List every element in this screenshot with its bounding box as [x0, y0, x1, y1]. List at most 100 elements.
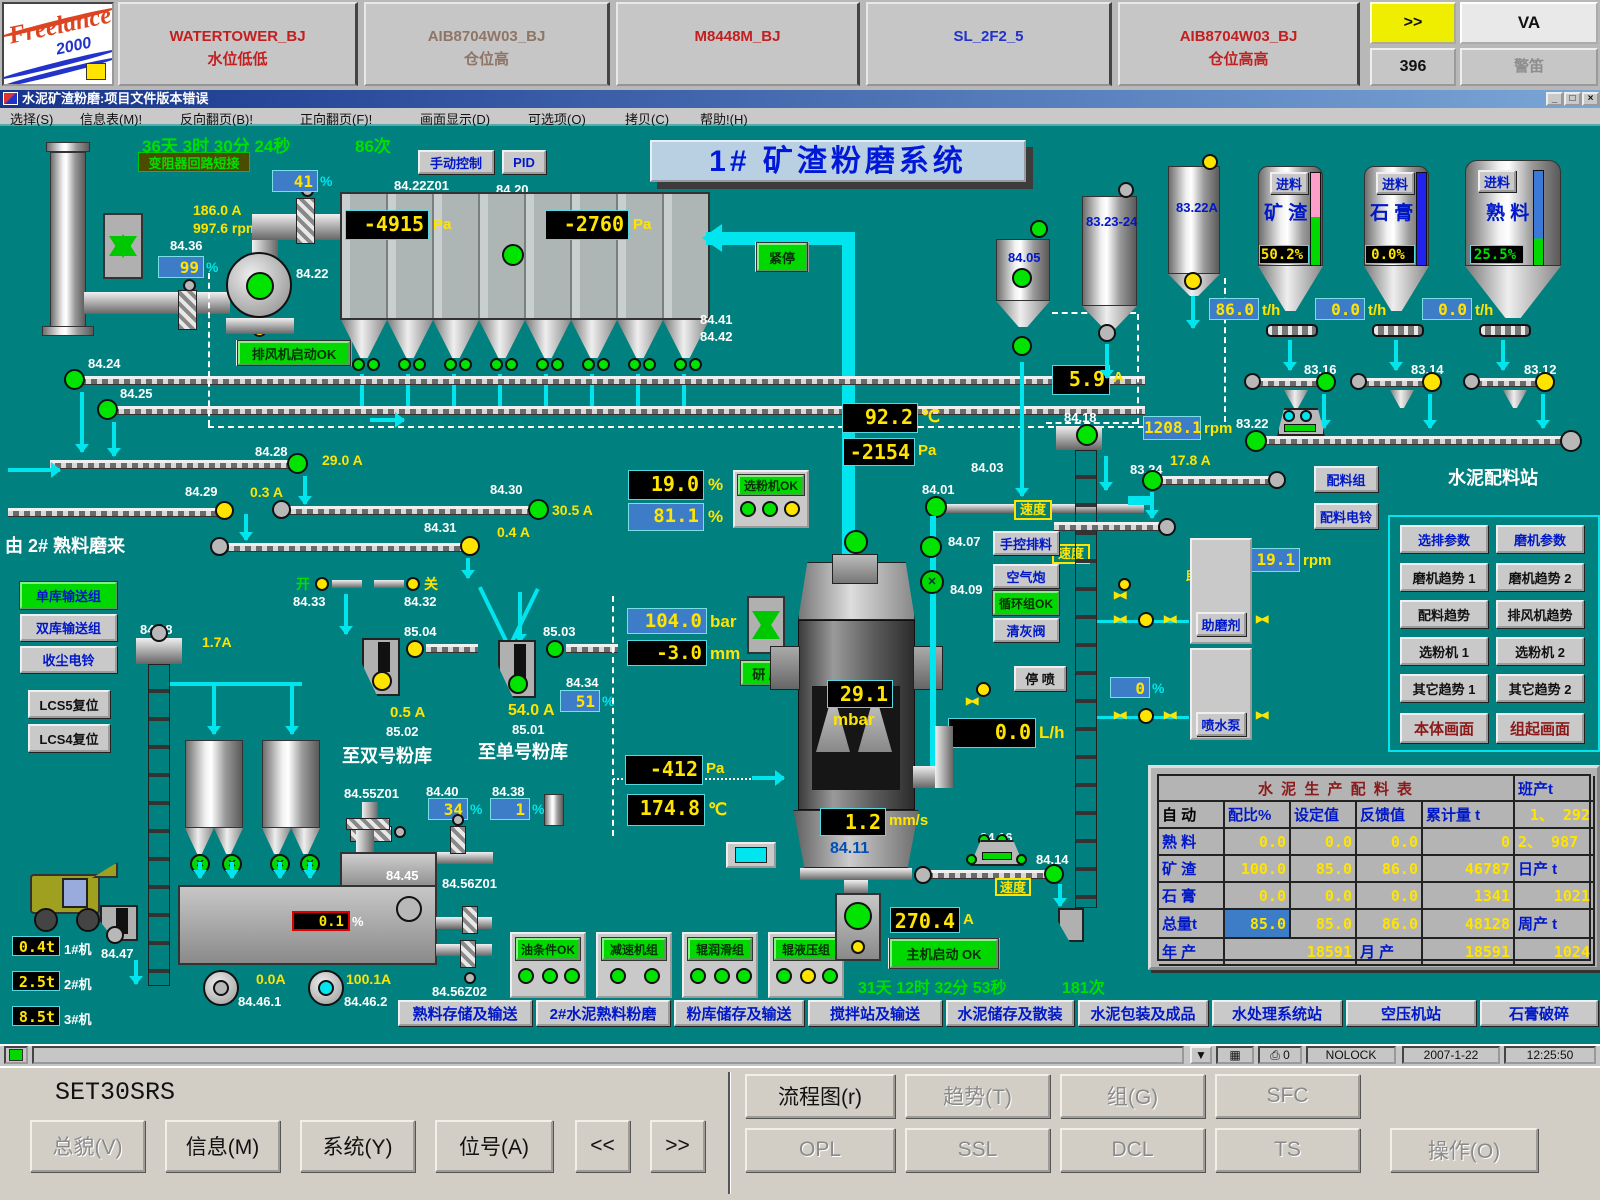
panel-btn-batch-trend[interactable]: 配料趋势 [1400, 600, 1488, 628]
double-silo-group-button[interactable]: 双库输送组 [20, 614, 117, 641]
mill-inlet-pressure: -412 [625, 755, 703, 785]
alarm-tile-4[interactable]: SL_2F2_5 [866, 2, 1112, 86]
bucket-elevator-84-18 [1075, 450, 1097, 908]
water-spray-flow: 0.0 [948, 718, 1036, 748]
single-silo-group-button[interactable]: 单库输送组 [20, 582, 117, 609]
oil-ok-lamp: 油条件OK [516, 938, 580, 960]
fan-duct-valve [296, 198, 315, 244]
ash-valve-button[interactable]: 清灰阀 [993, 618, 1059, 642]
tagno-button[interactable]: 位号(A) [435, 1120, 553, 1172]
ts-button[interactable]: TS [1215, 1128, 1360, 1172]
nav-cement-bulk[interactable]: 水泥储存及散装 [946, 1000, 1074, 1026]
silo-slag-feed-button[interactable]: 进料 [1270, 172, 1308, 194]
air-cannon-button[interactable]: 空气炮 [993, 564, 1059, 588]
overview-button[interactable]: 总貌(V) [30, 1120, 145, 1172]
current-83-24: 17.8 A [1170, 452, 1211, 468]
trend-button[interactable]: 趋势(T) [905, 1074, 1050, 1118]
nav-mill2[interactable]: 2#水泥熟料粉磨 [536, 1000, 670, 1026]
scale-1-weight: 0.4t [12, 936, 60, 956]
alarm-tile-2[interactable]: AIB8704W03_BJ仓位高 [364, 2, 610, 86]
conveyor-84-30 [280, 506, 538, 515]
panel-btn-mill-trend2[interactable]: 磨机趋势 2 [1496, 563, 1584, 591]
lamp [610, 968, 626, 984]
panel-btn-separator1[interactable]: 选粉机 1 [1400, 637, 1488, 665]
printer-icon[interactable]: ⎙ 0 [1258, 1046, 1302, 1064]
dust-bell-button[interactable]: 收尘电铃 [20, 646, 117, 673]
nav-mixing-station[interactable]: 搅拌站及输送 [808, 1000, 942, 1026]
grinding-aid-button[interactable]: 助磨剂 [1196, 612, 1246, 636]
discharge-cone [1503, 390, 1527, 408]
panel-btn-mill-params[interactable]: 磨机参数 [1496, 525, 1584, 553]
silo-gypsum-feed-button[interactable]: 进料 [1376, 172, 1414, 194]
nav-compressor[interactable]: 空压机站 [1346, 1000, 1476, 1026]
filter-hopper [479, 320, 525, 358]
alarm-tile-5[interactable]: AIB8704W03_BJ仓位高高 [1118, 2, 1360, 86]
alarm-tile-3[interactable]: M8448M_BJ [616, 2, 860, 86]
col-shift: 班产t [1515, 776, 1595, 802]
panel-btn-other-trend1[interactable]: 其它趋势 1 [1400, 674, 1488, 702]
lcs4-reset-button[interactable]: LCS4复位 [28, 724, 110, 752]
panel-btn-fan-trend[interactable]: 排风机趋势 [1496, 600, 1584, 628]
nav-powder-storage[interactable]: 粉库储存及输送 [674, 1000, 804, 1026]
lcs5-reset-button[interactable]: LCS5复位 [28, 690, 110, 718]
nav-packing[interactable]: 水泥包装及成品 [1078, 1000, 1208, 1026]
nav-gypsum-crusher[interactable]: 石膏破碎 [1480, 1000, 1598, 1026]
ssl-button[interactable]: SSL [905, 1128, 1050, 1172]
manual-control-button[interactable]: 手动控制 [418, 150, 494, 174]
grinding-pressure: 104.0 [627, 608, 707, 634]
current-84-46-2: 100.1A [346, 971, 391, 987]
flowchart-button[interactable]: 流程图(r) [745, 1074, 895, 1118]
horn-button[interactable]: 警笛 [1460, 48, 1598, 86]
dcl-button[interactable]: DCL [1060, 1128, 1205, 1172]
grid-icon[interactable]: ▦ [1216, 1046, 1254, 1064]
tag-85-01: 85.01 [512, 722, 545, 737]
hopper-lamp [551, 358, 564, 371]
va-button[interactable]: VA [1460, 2, 1598, 44]
conveyor-83-24 [1150, 476, 1274, 485]
tag-84-09: 84.09 [950, 582, 983, 597]
opl-button[interactable]: OPL [745, 1128, 895, 1172]
panel-btn-group-screen[interactable]: 组起画面 [1496, 713, 1584, 743]
system-button[interactable]: 系统(Y) [300, 1120, 415, 1172]
panel-btn-separator2[interactable]: 选粉机 2 [1496, 637, 1584, 665]
silo-clinker-feed-button[interactable]: 进料 [1478, 170, 1516, 192]
operate-button[interactable]: 操作(O) [1390, 1128, 1538, 1172]
nav-clinker-storage[interactable]: 熟料存储及输送 [398, 1000, 532, 1026]
panel-btn-mill-trend1[interactable]: 磨机趋势 1 [1400, 563, 1488, 591]
hopper-lamp [628, 358, 641, 371]
damper-updown-icon[interactable] [103, 213, 143, 279]
pid-button[interactable]: PID [502, 150, 546, 174]
dropdown-button[interactable]: ▼ [1190, 1046, 1212, 1064]
silo-clinker-level: 25.5% [1470, 245, 1524, 264]
nav-water-treatment[interactable]: 水处理系统站 [1212, 1000, 1342, 1026]
minimize-button[interactable]: _ [1546, 92, 1563, 106]
panel-btn-separator-params[interactable]: 选排参数 [1400, 525, 1488, 553]
alarm-page-button[interactable]: >> [1370, 2, 1456, 44]
tag-84-07: 84.07 [948, 534, 981, 549]
stop-spray-button[interactable]: 停 喷 [1014, 666, 1066, 691]
total-ratio-cell[interactable]: 85.0 [1225, 910, 1291, 939]
batch-bell-button[interactable]: 配料电铃 [1314, 503, 1378, 529]
alarm-tile-1[interactable]: WATERTOWER_BJ水位低低 [118, 2, 358, 86]
page-next-button[interactable]: >> [650, 1120, 705, 1172]
spray-pump-button[interactable]: 喷水泵 [1196, 712, 1246, 736]
batch-group-button[interactable]: 配料组 [1314, 466, 1378, 492]
maximize-button[interactable]: □ [1564, 92, 1581, 106]
flow-arrow [1288, 340, 1292, 370]
feeder-belt [982, 852, 1012, 860]
sfc-button[interactable]: SFC [1215, 1074, 1360, 1118]
infeed-arrow [8, 468, 60, 472]
panel-btn-other-trend2[interactable]: 其它趋势 2 [1496, 674, 1584, 702]
page-prev-button[interactable]: << [575, 1120, 630, 1172]
speed-button-3[interactable]: 速度 [995, 878, 1031, 896]
close-button[interactable]: × [1582, 92, 1599, 106]
estop-button[interactable]: 紧停 [757, 243, 807, 271]
message-button[interactable]: 信息(M) [165, 1120, 280, 1172]
separator-value-1: 19.0 [628, 470, 704, 500]
estop-frame: 紧停 [755, 242, 809, 272]
panel-btn-body-screen[interactable]: 本体画面 [1400, 713, 1488, 743]
freelance-logo: Freelance 2000 [2, 2, 114, 86]
group-button[interactable]: 组(G) [1060, 1074, 1205, 1118]
motor-lamp [528, 499, 549, 520]
manual-discharge-button[interactable]: 手控排料 [993, 531, 1059, 555]
